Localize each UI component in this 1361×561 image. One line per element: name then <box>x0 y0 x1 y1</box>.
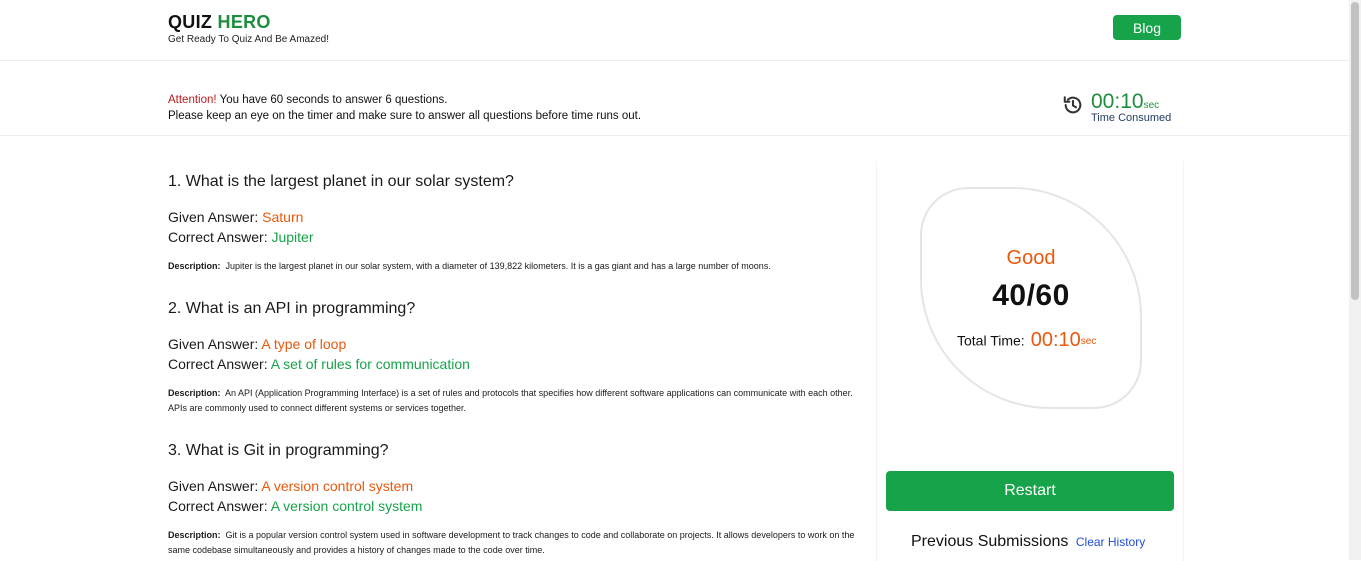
description-label: Description: <box>168 530 221 540</box>
brand-tagline: Get Ready To Quiz And Be Amazed! <box>168 34 330 45</box>
previous-submissions-label: Previous Submissions <box>911 533 1069 550</box>
question-list: 1. What is the largest planet in our sol… <box>168 172 868 558</box>
total-time-value: 00:10 <box>1030 329 1081 351</box>
given-answer-value: A version control system <box>261 478 414 494</box>
restart-button[interactable]: Restart <box>886 471 1174 511</box>
correct-answer: Correct Answer: A version control system <box>168 496 868 516</box>
given-answer: Given Answer: Saturn <box>168 207 868 227</box>
total-time: Total Time: 00:10sec <box>957 329 1096 352</box>
clear-history-link[interactable]: Clear History <box>1076 535 1145 549</box>
given-answer-label: Given Answer: <box>168 209 259 225</box>
brand[interactable]: QUIZ HERO Get Ready To Quiz And Be Amaze… <box>168 11 329 45</box>
question-item: 3. What is Git in programming? Given Ans… <box>168 441 868 558</box>
attention-notice: Attention! You have 60 seconds to answer… <box>168 92 641 124</box>
result-panel: Good 40/60 Total Time: 00:10sec Restart P… <box>876 161 1184 561</box>
correct-answer-label: Correct Answer: <box>168 356 268 372</box>
rating-label: Good <box>1006 247 1056 269</box>
blog-button[interactable]: Blog <box>1113 15 1181 40</box>
timer-label: Time Consumed <box>1091 112 1172 124</box>
score-value: 40/60 <box>992 279 1070 312</box>
brand-title: QUIZ HERO <box>168 11 329 33</box>
question-title: 1. What is the largest planet in our sol… <box>168 173 514 190</box>
given-answer: Given Answer: A type of loop <box>168 334 868 354</box>
question-item: 2. What is an API in programming? Given … <box>168 299 868 441</box>
description-label: Description: <box>168 261 221 271</box>
attention-label: Attention! <box>168 94 217 106</box>
description-label: Description: <box>168 388 221 398</box>
correct-answer-value: A version control system <box>270 498 423 514</box>
brand-title-accent: HERO <box>217 12 271 32</box>
brand-title-main: QUIZ <box>168 12 213 32</box>
scrollbar-thumb[interactable] <box>1351 2 1359 300</box>
score-card: Good 40/60 Total Time: 00:10sec <box>920 187 1142 409</box>
notice-bar: Attention! You have 60 seconds to answer… <box>0 61 1349 136</box>
total-time-unit: sec <box>1080 336 1097 348</box>
site-header: QUIZ HERO Get Ready To Quiz And Be Amaze… <box>0 0 1349 61</box>
total-time-label: Total Time: <box>957 332 1025 349</box>
description-text: Jupiter is the largest planet in our sol… <box>225 261 771 271</box>
question-item: 1. What is the largest planet in our sol… <box>168 172 868 299</box>
correct-answer-value: A set of rules for communication <box>270 356 470 372</box>
previous-submissions: Previous Submissions Clear History <box>911 533 1145 551</box>
description-text: Git is a popular version control system … <box>168 530 855 555</box>
correct-answer: Correct Answer: A set of rules for commu… <box>168 354 868 374</box>
page-scrollbar[interactable] <box>1349 0 1361 560</box>
history-icon <box>1063 96 1082 114</box>
given-answer-label: Given Answer: <box>168 336 259 352</box>
question-description: Description: Git is a popular version co… <box>168 528 868 558</box>
notice-text-2: Please keep an eye on the timer and make… <box>168 110 642 122</box>
correct-answer-label: Correct Answer: <box>168 498 268 514</box>
timer-unit: sec <box>1143 100 1160 111</box>
description-text: An API (Application Programming Interfac… <box>168 388 853 413</box>
correct-answer-value: Jupiter <box>271 229 314 245</box>
question-description: Description: An API (Application Program… <box>168 386 868 416</box>
given-answer-label: Given Answer: <box>168 478 259 494</box>
given-answer-value: A type of loop <box>261 336 347 352</box>
question-description: Description: Jupiter is the largest plan… <box>168 259 868 274</box>
correct-answer: Correct Answer: Jupiter <box>168 227 868 247</box>
question-title: 2. What is an API in programming? <box>168 300 416 317</box>
question-title: 3. What is Git in programming? <box>168 442 389 459</box>
timer-value: 00:10sec <box>1091 90 1159 114</box>
notice-line-1: Attention! You have 60 seconds to answer… <box>168 92 641 108</box>
timer-digits: 00:10 <box>1091 90 1144 113</box>
given-answer: Given Answer: A version control system <box>168 476 868 496</box>
correct-answer-label: Correct Answer: <box>168 229 268 245</box>
notice-text-1: You have 60 seconds to answer 6 question… <box>219 94 448 106</box>
given-answer-value: Saturn <box>262 209 304 225</box>
